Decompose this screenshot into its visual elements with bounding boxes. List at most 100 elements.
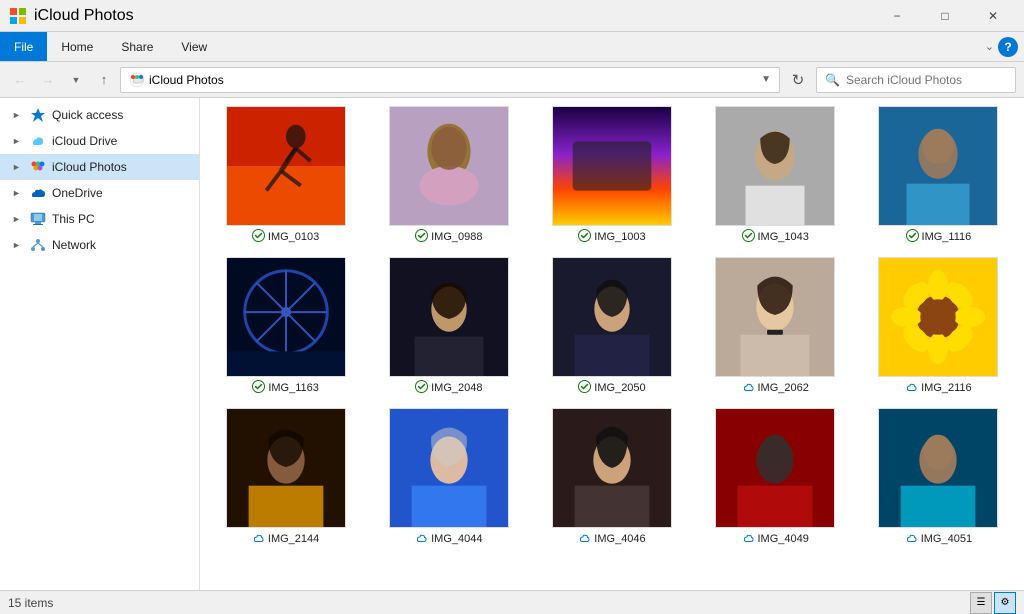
- photo-item[interactable]: IMG_1043: [702, 106, 849, 245]
- photo-thumbnail: [389, 408, 509, 528]
- photo-item[interactable]: IMG_1116: [865, 106, 1012, 245]
- photo-thumbnail: [878, 408, 998, 528]
- sidebar-item-onedrive[interactable]: ► OneDrive: [0, 180, 199, 206]
- sidebar-label-network: Network: [52, 238, 96, 252]
- status-bar: 15 items ☰ ⚙: [0, 590, 1024, 614]
- forward-button[interactable]: →: [36, 68, 60, 92]
- photo-item[interactable]: IMG_2050: [538, 257, 685, 396]
- ribbon-right: ⌄ ?: [985, 32, 1024, 61]
- photo-item[interactable]: IMG_2116: [865, 257, 1012, 396]
- photo-label: IMG_0988: [415, 229, 482, 245]
- search-box[interactable]: 🔍: [816, 67, 1016, 93]
- cloud-icon: [905, 531, 918, 547]
- address-path[interactable]: iCloud Photos ▼: [120, 67, 780, 93]
- photo-thumbnail: [878, 106, 998, 226]
- photo-name: IMG_1163: [268, 382, 319, 394]
- photo-item[interactable]: IMG_4049: [702, 408, 849, 547]
- photo-item[interactable]: IMG_2144: [212, 408, 359, 547]
- tab-file[interactable]: File: [0, 32, 47, 61]
- tab-share[interactable]: Share: [107, 32, 167, 61]
- photo-label: IMG_2062: [742, 380, 809, 396]
- app-icon: [9, 7, 27, 25]
- sidebar-item-quick-access[interactable]: ► Quick access: [0, 102, 199, 128]
- sync-check-icon: [252, 380, 265, 396]
- sidebar-item-icloud-photos[interactable]: ► iCloud Photos: [0, 154, 199, 180]
- photo-name: IMG_4051: [921, 533, 972, 545]
- tab-view[interactable]: View: [167, 32, 221, 61]
- photo-name: IMG_4049: [758, 533, 809, 545]
- help-button[interactable]: ?: [998, 37, 1018, 57]
- ribbon-expand-icon[interactable]: ⌄: [985, 40, 994, 53]
- sync-check-icon: [578, 380, 591, 396]
- item-count: 15 items: [8, 596, 53, 610]
- photo-name: IMG_1043: [758, 231, 809, 243]
- cloud-icon: [742, 380, 755, 396]
- chevron-right-icon-3: ►: [12, 162, 24, 172]
- photo-thumbnail: [715, 408, 835, 528]
- star-icon: [30, 107, 46, 123]
- pc-icon: [30, 211, 46, 227]
- title-bar-left: iCloud Photos: [8, 0, 134, 32]
- cloud-icon: [578, 531, 591, 547]
- photo-item[interactable]: IMG_1163: [212, 257, 359, 396]
- search-icon: 🔍: [825, 73, 840, 87]
- photo-item[interactable]: IMG_4044: [375, 408, 522, 547]
- chevron-right-icon-5: ►: [12, 214, 24, 224]
- sidebar-item-icloud-drive[interactable]: ► iCloud Drive: [0, 128, 199, 154]
- photo-label: IMG_2048: [415, 380, 482, 396]
- back-button[interactable]: ←: [8, 68, 32, 92]
- tab-home[interactable]: Home: [47, 32, 107, 61]
- minimize-button[interactable]: −: [874, 0, 920, 32]
- chevron-right-icon-2: ►: [12, 136, 24, 146]
- photo-thumbnail: [226, 257, 346, 377]
- photo-name: IMG_0988: [431, 231, 482, 243]
- photo-item[interactable]: IMG_4051: [865, 408, 1012, 547]
- maximize-button[interactable]: □: [922, 0, 968, 32]
- cloud-icon: [742, 531, 755, 547]
- dropdown-button[interactable]: ▼: [64, 68, 88, 92]
- search-input[interactable]: [846, 73, 1007, 87]
- sidebar-item-network[interactable]: ► Network: [0, 232, 199, 258]
- photo-name: IMG_1116: [922, 231, 972, 243]
- photo-label: IMG_4044: [415, 531, 482, 547]
- photo-thumbnail: [389, 106, 509, 226]
- photo-item[interactable]: IMG_0103: [212, 106, 359, 245]
- refresh-button[interactable]: ↻: [784, 66, 812, 94]
- grid-view-button[interactable]: ⚙: [994, 592, 1016, 614]
- photo-item[interactable]: IMG_1003: [538, 106, 685, 245]
- view-toggle: ☰ ⚙: [970, 592, 1016, 614]
- photo-name: IMG_0103: [268, 231, 319, 243]
- photo-item[interactable]: IMG_2048: [375, 257, 522, 396]
- address-dropdown-arrow[interactable]: ▼: [761, 74, 771, 85]
- sidebar-label-icloud-drive: iCloud Drive: [52, 134, 117, 148]
- sidebar-label-this-pc: This PC: [52, 212, 95, 226]
- photo-label: IMG_4051: [905, 531, 972, 547]
- photo-name: IMG_2144: [268, 533, 319, 545]
- photo-name: IMG_2048: [431, 382, 482, 394]
- list-view-button[interactable]: ☰: [970, 592, 992, 614]
- chevron-right-icon: ►: [12, 110, 24, 120]
- title-bar-title: iCloud Photos: [34, 7, 134, 25]
- sidebar-item-this-pc[interactable]: ► This PC: [0, 206, 199, 232]
- sync-check-icon: [252, 229, 265, 245]
- photo-item[interactable]: IMG_2062: [702, 257, 849, 396]
- photo-item[interactable]: IMG_4046: [538, 408, 685, 547]
- quick-access-toolbar[interactable]: [8, 0, 28, 32]
- photo-label: IMG_2050: [578, 380, 645, 396]
- photo-thumbnail: [552, 408, 672, 528]
- ribbon: File Home Share View ⌄ ?: [0, 32, 1024, 62]
- icloud-photos-icon: [30, 159, 46, 175]
- photo-item[interactable]: IMG_0988: [375, 106, 522, 245]
- network-icon: [30, 237, 46, 253]
- address-path-text: iCloud Photos: [149, 73, 224, 87]
- photo-label: IMG_1043: [742, 229, 809, 245]
- photo-thumbnail: [226, 106, 346, 226]
- close-button[interactable]: ✕: [970, 0, 1016, 32]
- photo-thumbnail: [389, 257, 509, 377]
- onedrive-icon: [30, 185, 46, 201]
- photo-label: IMG_1163: [252, 380, 319, 396]
- sidebar-label-icloud-photos: iCloud Photos: [52, 160, 127, 174]
- up-button[interactable]: ↑: [92, 68, 116, 92]
- photo-name: IMG_1003: [594, 231, 645, 243]
- photo-thumbnail: [552, 257, 672, 377]
